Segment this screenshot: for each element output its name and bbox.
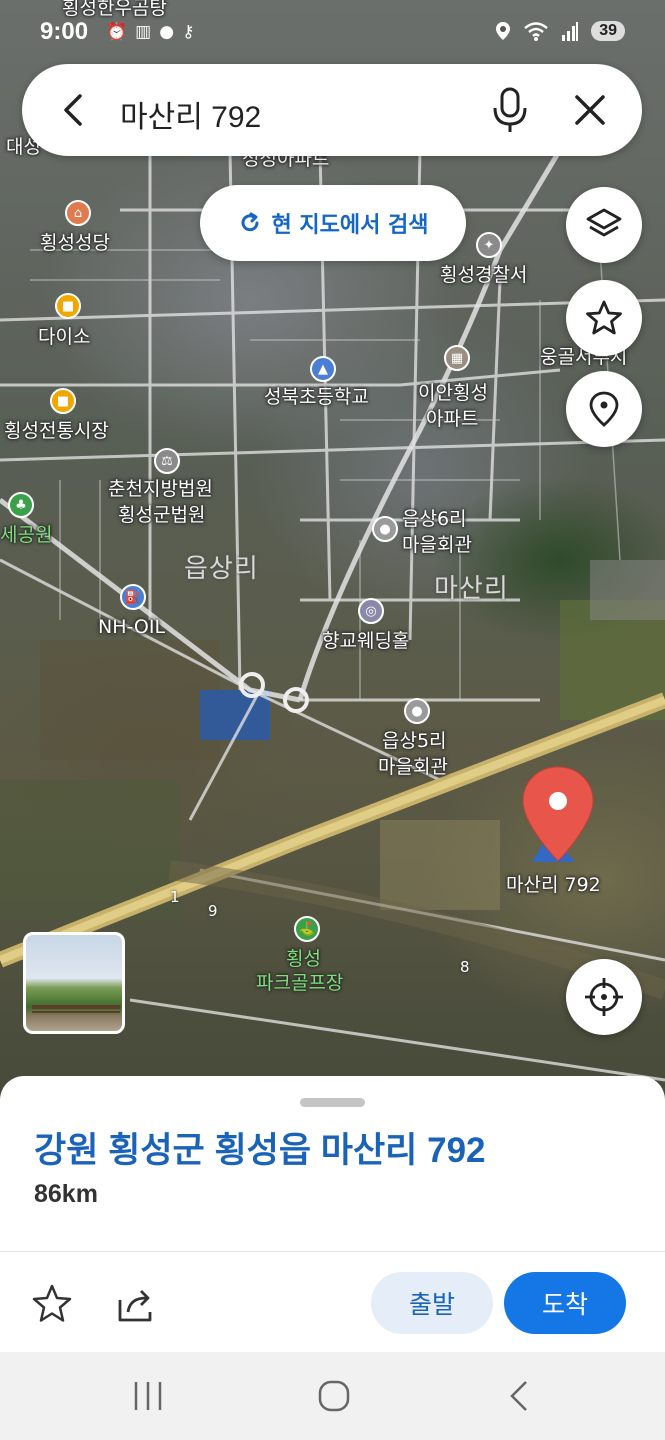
star-icon [586,300,622,335]
map-view[interactable]: 횡성한우곰탕 대성 성성아파트 ⌂ 횡성성당 ✦ 횡성경찰서 ■ 다이소 웅골서… [0,0,665,1100]
label-market[interactable]: 횡성전통시장 [4,420,109,443]
label-daiso[interactable]: 다이소 [38,326,90,349]
label-apartment-line1[interactable]: 이안횡성 [418,382,488,405]
hall-icon[interactable]: ● [372,516,398,542]
label-church[interactable]: 횡성성당 [40,232,110,255]
location-pin-icon[interactable] [520,765,596,865]
sheet-drag-handle[interactable] [300,1098,365,1107]
route-number: 8 [460,958,470,976]
crosshair-icon [585,978,623,1016]
place-distance: 86km [34,1180,98,1208]
layers-icon [586,208,622,237]
gas-station-icon[interactable]: ⛽ [120,584,146,610]
search-bar[interactable]: 마산리 792 [22,64,642,156]
wifi-icon [524,22,548,41]
shopping-icon[interactable]: ■ [55,293,81,319]
wedding-icon[interactable]: ◎ [358,598,384,624]
police-icon[interactable]: ✦ [476,232,502,258]
label-court-line2[interactable]: 횡성군법원 [118,504,205,527]
label-hall5-line1[interactable]: 읍상5리 [382,730,447,753]
back-arrow-icon[interactable] [54,90,94,130]
share-icon[interactable] [114,1282,158,1326]
dnd-icon: ● [159,22,175,42]
status-time: 9:00 [40,18,89,45]
back-nav-icon[interactable] [506,1378,534,1414]
label-nhoil[interactable]: NH-OIL [98,616,165,639]
label-pin[interactable]: 마산리 792 [506,874,601,897]
school-icon[interactable]: ▲ [310,356,336,382]
current-location-button[interactable] [566,959,642,1035]
arrive-button[interactable]: 도착 [504,1272,626,1334]
search-this-area-button[interactable]: 현 지도에서 검색 [200,185,466,261]
apartment-icon[interactable]: ▦ [444,345,470,371]
alarm-icon: ⏰ [106,22,128,42]
pin-outline-icon [589,391,619,427]
app-icon: ▥ [135,22,152,42]
recent-apps-icon[interactable] [132,1378,164,1414]
my-places-button[interactable] [566,371,642,447]
court-icon[interactable]: ⚖ [154,448,180,474]
divider [0,1251,665,1252]
status-bar: 9:00 ⏰ ▥ ● ⚷ 39 [0,12,665,52]
label-police[interactable]: 횡성경찰서 [440,264,527,287]
system-nav-bar [0,1352,665,1440]
label-golf-line2[interactable]: 파크골프장 [256,972,343,995]
save-star-icon[interactable] [30,1282,74,1326]
refresh-icon [241,212,258,232]
label-court-line1[interactable]: 춘천지방법원 [108,478,213,501]
route-number: 1 [170,888,180,906]
microphone-icon[interactable] [488,86,532,134]
label-masan-area: 마산리 [434,574,509,604]
label-hall6-line2[interactable]: 마을회관 [402,534,472,557]
label-hall5-line2[interactable]: 마을회관 [378,756,448,779]
market-icon[interactable]: ■ [50,388,76,414]
park-icon[interactable]: ♣ [8,492,34,518]
location-icon [496,22,511,40]
search-query[interactable]: 마산리 792 [120,92,261,136]
place-bottom-sheet[interactable]: 강원 횡성군 횡성읍 마산리 792 86km 출발 도착 [0,1076,665,1352]
close-icon[interactable] [570,90,610,130]
place-address: 강원 횡성군 횡성읍 마산리 792 [34,1131,486,1170]
label-apartment-line2[interactable]: 아파트 [426,408,478,431]
map-layers-button[interactable] [566,187,642,263]
depart-button[interactable]: 출발 [371,1272,493,1334]
place-photo-thumbnail[interactable] [23,932,125,1034]
favorites-button[interactable] [566,280,642,356]
church-icon[interactable]: ⌂ [65,200,91,226]
home-icon[interactable] [316,1378,352,1414]
battery-badge: 39 [591,21,625,41]
key-icon: ⚷ [182,22,195,42]
hall-icon[interactable]: ● [404,698,430,724]
golf-icon[interactable]: ⛳ [294,916,320,942]
label-eupsang-area: 읍상리 [184,554,259,584]
label-park-left[interactable]: 세공원 [0,524,52,547]
label-school[interactable]: 성북초등학교 [264,386,369,409]
signal-icon [562,22,579,41]
label-golf-line1[interactable]: 횡성 [286,948,321,971]
route-number: 9 [208,902,218,920]
label-wedding[interactable]: 향교웨딩홀 [322,630,409,653]
label-hall6-line1[interactable]: 읍상6리 [402,508,467,531]
search-this-area-label: 현 지도에서 검색 [271,213,429,238]
